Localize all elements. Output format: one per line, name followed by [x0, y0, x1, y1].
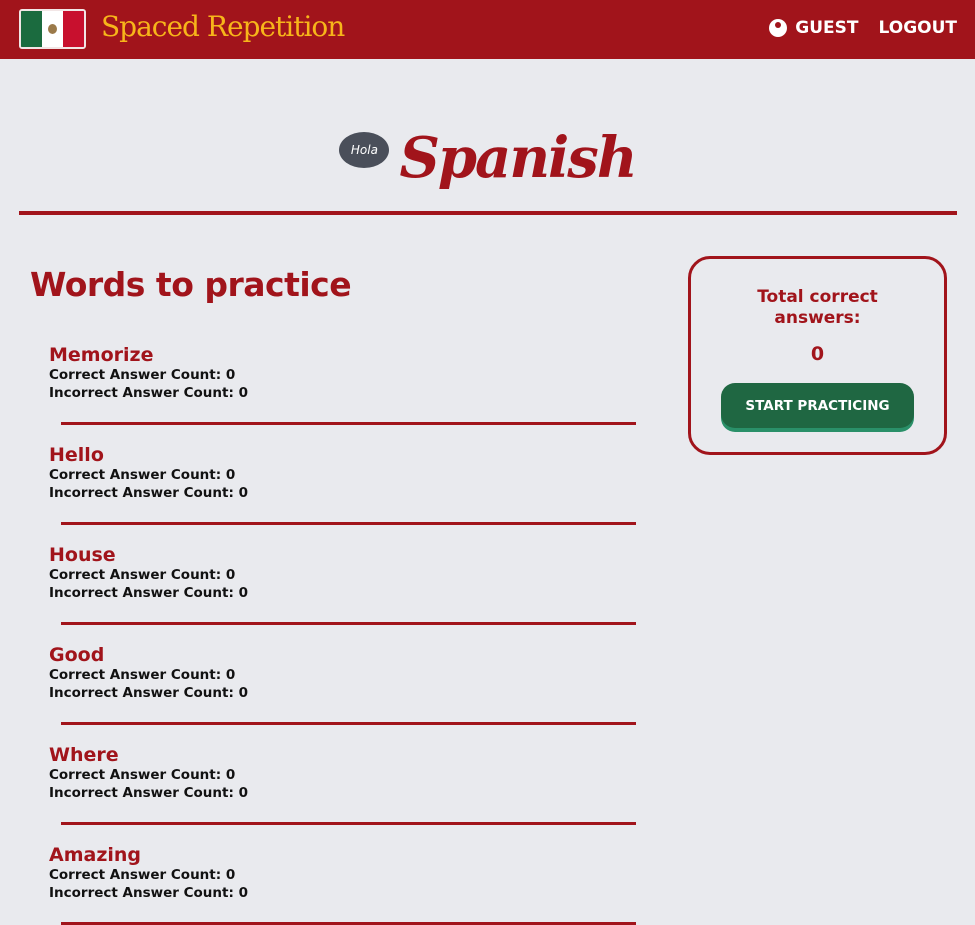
brand-title[interactable]: Spaced Repetition [101, 10, 345, 43]
user-circle-icon [769, 19, 788, 37]
word-title: Where [49, 744, 119, 766]
total-correct-value: 0 [810, 343, 825, 365]
logout-link[interactable]: LOGOUT [879, 18, 957, 38]
language-header: Hola Spanish [0, 125, 975, 191]
word-list-item: Where Correct Answer Count: 0 Incorrect … [49, 744, 639, 825]
user-name: GUEST [795, 18, 859, 38]
word-title: Hello [49, 444, 104, 466]
word-divider [61, 422, 636, 425]
correct-count: Correct Answer Count: 0 [49, 467, 236, 483]
correct-count: Correct Answer Count: 0 [49, 367, 236, 383]
incorrect-count: Incorrect Answer Count: 0 [49, 585, 248, 601]
word-divider [61, 522, 636, 525]
page-title: Words to practice [30, 265, 352, 304]
total-correct-label: Total correct answers: [757, 287, 878, 328]
start-practicing-button[interactable]: START PRACTICING [721, 383, 914, 428]
incorrect-count: Incorrect Answer Count: 0 [49, 885, 248, 901]
correct-count: Correct Answer Count: 0 [49, 867, 236, 883]
correct-count: Correct Answer Count: 0 [49, 567, 236, 583]
word-title: House [49, 544, 116, 566]
word-list-item: Good Correct Answer Count: 0 Incorrect A… [49, 644, 639, 725]
incorrect-count: Incorrect Answer Count: 0 [49, 485, 248, 501]
word-list-item: Hello Correct Answer Count: 0 Incorrect … [49, 444, 639, 525]
header-divider [19, 211, 957, 215]
correct-count: Correct Answer Count: 0 [49, 667, 236, 683]
word-title: Good [49, 644, 105, 666]
mexico-flag-logo[interactable] [19, 9, 86, 49]
word-divider [61, 722, 636, 725]
word-list-item: Memorize Correct Answer Count: 0 Incorre… [49, 344, 639, 425]
correct-count: Correct Answer Count: 0 [49, 767, 236, 783]
summary-card: Total correct answers: 0 START PRACTICIN… [688, 256, 947, 455]
word-divider [61, 822, 636, 825]
word-list-item: House Correct Answer Count: 0 Incorrect … [49, 544, 639, 625]
top-nav: Spaced Repetition GUEST LOGOUT [0, 0, 975, 59]
incorrect-count: Incorrect Answer Count: 0 [49, 385, 248, 401]
word-divider [61, 622, 636, 625]
word-title: Amazing [49, 844, 142, 866]
hola-speech-bubble-icon: Hola [339, 132, 390, 168]
word-list-item: Amazing Correct Answer Count: 0 Incorrec… [49, 844, 639, 925]
word-title: Memorize [49, 344, 154, 366]
language-title: Spanish [399, 125, 637, 191]
incorrect-count: Incorrect Answer Count: 0 [49, 785, 248, 801]
incorrect-count: Incorrect Answer Count: 0 [49, 685, 248, 701]
